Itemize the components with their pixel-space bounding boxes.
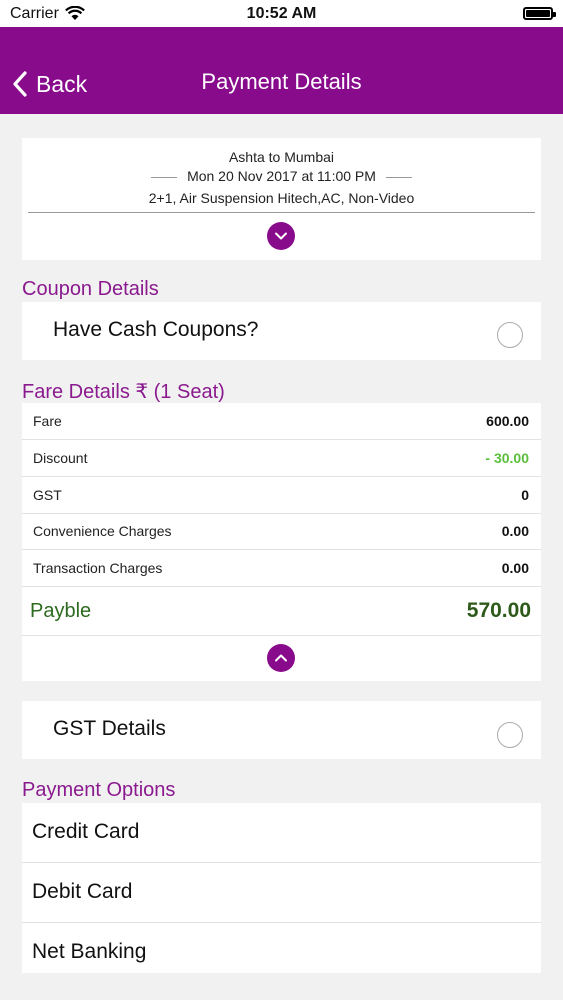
cash-coupon-row[interactable]: Have Cash Coupons? [22,302,541,360]
fare-row: Fare 600.00 [22,403,541,440]
transaction-charges-row: Transaction Charges 0.00 [22,550,541,587]
trip-datetime: Mon 20 Nov 2017 at 11:00 PM [187,168,376,184]
gst-details-row[interactable]: GST Details [22,701,541,759]
expand-trip-button[interactable] [267,222,295,250]
fare-value: 600.00 [486,413,529,429]
trip-route: Ashta to Mumbai [228,149,335,165]
trip-summary-card: Ashta to Mumbai Mon 20 Nov 2017 at 11:00… [22,138,541,260]
gst-details-label: GST Details [53,717,166,740]
nav-bar: Back Payment Details [0,27,563,114]
discount-value: - 30.00 [485,450,529,466]
cash-coupon-radio[interactable] [497,322,523,348]
payable-label: Payble [30,600,92,622]
status-bar: Carrier 10:52 AM [0,0,563,27]
discount-row: Discount - 30.00 [22,440,541,477]
cash-coupon-label: Have Cash Coupons? [53,318,259,341]
convenience-charges-row: Convenience Charges 0.00 [22,513,541,550]
payment-option-debit-card[interactable]: Debit Card [22,863,541,923]
payment-option-label: Debit Card [32,880,133,903]
payment-option-label: Net Banking [32,940,147,963]
discount-label: Discount [33,450,88,466]
transaction-charges-value: 0.00 [501,560,529,576]
wifi-icon [65,6,85,20]
convenience-charges-value: 0.00 [501,523,529,539]
fare-label: Fare [33,413,62,429]
gst-label: GST [33,487,62,503]
collapse-fare-button[interactable] [267,644,295,672]
gst-row: GST 0 [22,477,541,514]
carrier-label: Carrier [10,4,59,22]
payable-row: Payble 570.00 [22,587,541,636]
divider [28,212,535,213]
bus-type: 2+1, Air Suspension Hitech,AC, Non-Video [148,190,415,206]
battery-icon [523,7,556,20]
chevron-down-icon [275,232,287,240]
coupon-section-title: Coupon Details [22,278,159,300]
payment-options-title: Payment Options [22,779,176,801]
fare-details-card: Fare 600.00 Discount - 30.00 GST 0 Conve… [22,403,541,681]
payment-option-credit-card[interactable]: Credit Card [22,803,541,863]
convenience-charges-label: Convenience Charges [33,523,172,539]
fare-section-title: Fare Details ₹ (1 Seat) [22,381,225,403]
payment-options-list: Credit Card Debit Card Net Banking [22,803,541,973]
gst-details-radio[interactable] [497,722,523,748]
divider [385,176,412,178]
gst-value: 0 [521,487,529,503]
payment-option-label: Credit Card [32,820,140,843]
carrier-info: Carrier [10,5,85,23]
trip-datetime-row: Mon 20 Nov 2017 at 11:00 PM [22,168,541,184]
page-title: Payment Details [201,69,362,94]
transaction-charges-label: Transaction Charges [33,560,163,576]
divider [151,176,178,178]
payment-option-net-banking[interactable]: Net Banking [22,923,541,982]
chevron-up-icon [275,654,287,662]
payable-value: 570.00 [466,599,531,622]
